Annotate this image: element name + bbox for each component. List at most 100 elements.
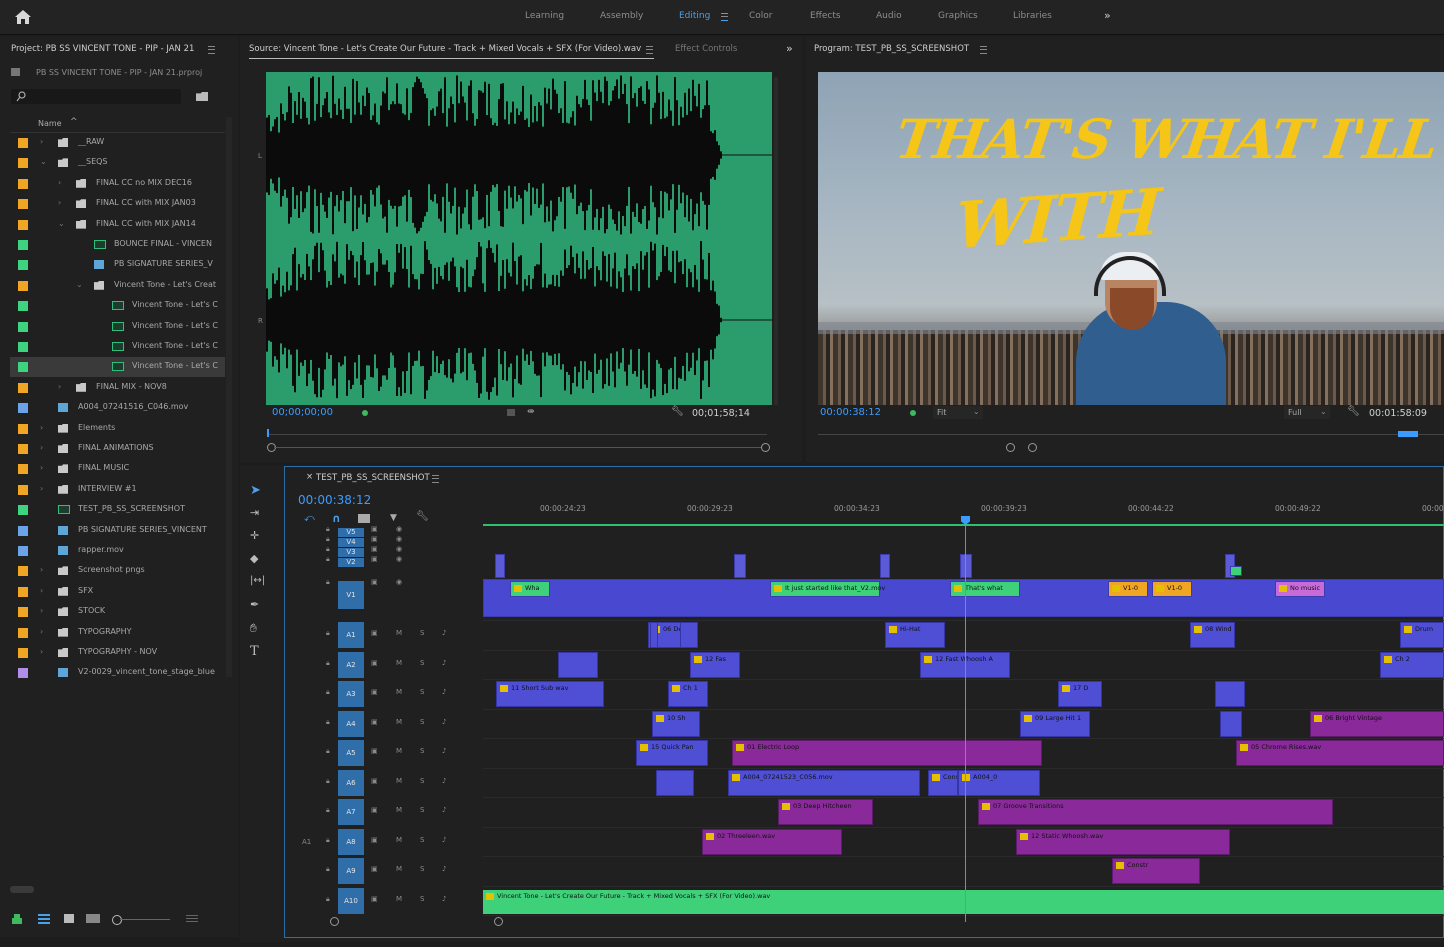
panel-menu-icon[interactable]: [432, 475, 439, 486]
sort-icon[interactable]: [186, 915, 198, 923]
track-label-a4[interactable]: A4: [338, 710, 364, 737]
lock-icon[interactable]: 🔒︎: [326, 659, 330, 668]
workspace-libraries[interactable]: Libraries: [1013, 11, 1052, 21]
chevron-down-icon[interactable]: ⌄: [40, 157, 47, 166]
eye-icon[interactable]: ◉: [396, 545, 402, 553]
project-item[interactable]: › FINAL MUSIC: [10, 459, 225, 479]
razor-icon[interactable]: ◆: [250, 552, 266, 566]
mute-icon[interactable]: M: [396, 718, 402, 726]
mic-icon[interactable]: ♪: [442, 659, 446, 667]
audio-clip[interactable]: 11 Short Sub wav: [496, 681, 604, 707]
program-tab[interactable]: Program: TEST_PB_SS_SCREENSHOT: [814, 44, 969, 54]
label-color-swatch[interactable]: [18, 219, 28, 230]
audio-clip[interactable]: 09 Large Hit 1: [1020, 710, 1090, 737]
mic-icon[interactable]: ♪: [442, 865, 446, 873]
lock-icon[interactable]: 🔒︎: [326, 578, 330, 587]
sync-icon[interactable]: ▣: [371, 545, 378, 553]
label-color-swatch[interactable]: [18, 423, 28, 434]
list-view-icon[interactable]: [38, 914, 50, 924]
label-color-swatch[interactable]: [18, 342, 28, 352]
playhead-line[interactable]: [965, 524, 966, 922]
chevron-right-icon[interactable]: ›: [40, 463, 43, 472]
workspace-audio[interactable]: Audio: [876, 11, 902, 21]
track-label-a10[interactable]: A10: [338, 887, 364, 914]
label-color-swatch[interactable]: [18, 362, 28, 373]
clip-v1_d[interactable]: V1-0: [1108, 581, 1148, 597]
lock-icon[interactable]: 🔒︎: [326, 777, 330, 786]
mute-icon[interactable]: M: [396, 777, 402, 785]
eye-icon[interactable]: ◉: [396, 578, 402, 586]
zoom-bar[interactable]: [274, 447, 761, 448]
snap-icon[interactable]: ∩: [332, 512, 341, 525]
audio-clip[interactable]: [680, 622, 698, 648]
track-label-v1[interactable]: V1: [338, 581, 364, 609]
mute-icon[interactable]: M: [396, 895, 402, 903]
audio-clip[interactable]: 15 Quick Pan: [636, 740, 708, 766]
audio-clip[interactable]: 10 Sh: [652, 710, 700, 737]
sync-icon[interactable]: ▣: [371, 555, 378, 563]
sync-icon[interactable]: ▣: [371, 777, 378, 785]
solo-icon[interactable]: S: [420, 777, 424, 785]
audio-clip[interactable]: [1215, 681, 1245, 707]
icon-view-icon[interactable]: [64, 914, 74, 923]
label-color-swatch[interactable]: [18, 525, 28, 536]
audio-clip[interactable]: 01 Electric Loop: [732, 740, 1042, 766]
project-item[interactable]: › FINAL MIX - NOV8: [10, 378, 225, 398]
solo-icon[interactable]: S: [420, 895, 424, 903]
workspace-effects[interactable]: Effects: [810, 11, 841, 21]
project-item[interactable]: BOUNCE FINAL - VINCEN: [10, 235, 225, 255]
project-item[interactable]: › Elements: [10, 419, 225, 439]
chevron-right-icon[interactable]: ›: [40, 423, 43, 432]
drag-audio-icon[interactable]: ⇼: [527, 407, 535, 417]
track-label-a2[interactable]: A2: [338, 651, 364, 678]
more-workspaces-icon[interactable]: »: [1104, 9, 1111, 22]
solo-icon[interactable]: S: [420, 629, 424, 637]
project-item[interactable]: ⌄ __SEQS: [10, 153, 225, 173]
mic-icon[interactable]: ♪: [442, 629, 446, 637]
lock-icon[interactable]: 🔒︎: [326, 535, 330, 544]
sync-icon[interactable]: ▣: [371, 836, 378, 844]
project-item[interactable]: PB SIGNATURE SERIES_V: [10, 255, 225, 275]
label-color-swatch[interactable]: [18, 199, 28, 210]
label-color-swatch[interactable]: [18, 566, 28, 577]
audio-clip[interactable]: [558, 651, 598, 678]
lock-icon[interactable]: 🔒︎: [326, 718, 330, 727]
project-item[interactable]: Vincent Tone - Let's C: [10, 317, 225, 337]
label-color-swatch[interactable]: [18, 464, 28, 475]
source-patch-a1[interactable]: A1: [302, 838, 311, 846]
linked-selection-icon[interactable]: [358, 514, 370, 523]
project-item[interactable]: PB SIGNATURE SERIES_VINCENT: [10, 521, 225, 541]
track-label-v3[interactable]: V3: [338, 548, 364, 557]
workspace-assembly[interactable]: Assembly: [600, 11, 643, 21]
project-item[interactable]: › __RAW: [10, 133, 225, 153]
workspace-editing[interactable]: Editing: [679, 11, 710, 21]
track-label-a5[interactable]: A5: [338, 740, 364, 766]
project-tab[interactable]: Project: PB SS VINCENT TONE - PIP - JAN …: [11, 44, 194, 54]
search-input[interactable]: [11, 89, 181, 104]
eye-icon[interactable]: ◉: [396, 555, 402, 563]
workspace-menu-icon[interactable]: [721, 13, 728, 24]
project-item[interactable]: rapper.mov: [10, 541, 225, 561]
mic-icon[interactable]: ♪: [442, 777, 446, 785]
audio-clip[interactable]: 12 Static Whoosh.wav: [1016, 828, 1230, 855]
chevron-down-icon[interactable]: ⌄: [76, 280, 83, 289]
audio-clip[interactable]: Constar: [928, 769, 958, 796]
project-item[interactable]: Vincent Tone - Let's C: [10, 337, 225, 357]
project-item[interactable]: › FINAL ANIMATIONS: [10, 439, 225, 459]
selection-tool-icon[interactable]: ➤: [250, 483, 266, 498]
mic-icon[interactable]: ♪: [442, 806, 446, 814]
lock-icon[interactable]: 🔒︎: [326, 865, 330, 874]
clip-v1_a[interactable]: Wha: [510, 581, 550, 597]
sync-icon[interactable]: ▣: [371, 629, 378, 637]
project-item[interactable]: › Screenshot pngs: [10, 561, 225, 581]
eye-icon[interactable]: ◉: [396, 535, 402, 543]
new-bin-icon[interactable]: [196, 92, 208, 101]
project-item[interactable]: Vincent Tone - Let's C: [10, 357, 225, 378]
zoom-select[interactable]: Fit ⌄: [933, 406, 983, 419]
label-color-swatch[interactable]: [18, 403, 28, 414]
label-color-swatch[interactable]: [18, 260, 28, 271]
mute-icon[interactable]: M: [396, 659, 402, 667]
audio-clip[interactable]: A004_0: [958, 769, 1040, 796]
audio-clip[interactable]: Hi-Hat: [885, 622, 945, 648]
label-color-swatch[interactable]: [18, 586, 28, 597]
